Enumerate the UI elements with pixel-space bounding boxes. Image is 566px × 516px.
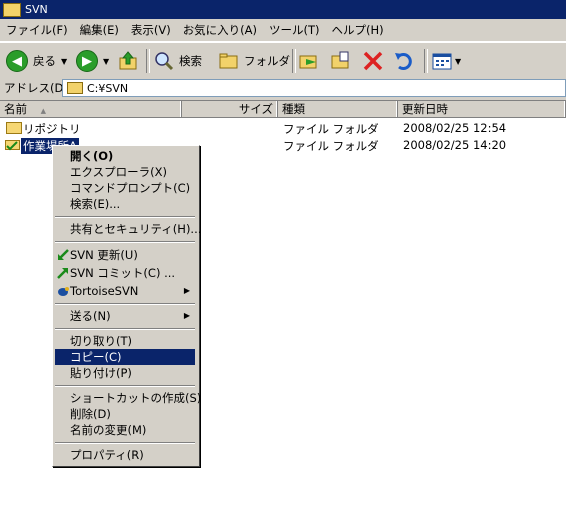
address-label: アドレス(D)	[4, 81, 68, 95]
menu-separator	[55, 241, 195, 243]
submenu-arrow-icon: ▶	[183, 286, 190, 295]
menu-help[interactable]: ヘルプ(H)	[326, 22, 390, 38]
views-icon	[432, 53, 452, 70]
menu-svn-update-label: SVN 更新(U)	[70, 248, 138, 262]
window-title: SVN	[25, 3, 48, 16]
toolbar-separator	[424, 49, 428, 73]
move-to-icon	[299, 55, 317, 69]
sort-arrow-icon: ▲	[40, 107, 47, 115]
move-to-button[interactable]	[298, 49, 320, 73]
column-size[interactable]: サイズ	[182, 101, 278, 117]
menu-send-to[interactable]: 送る(N) ▶	[55, 308, 195, 324]
column-modified[interactable]: 更新日時	[398, 101, 566, 117]
menu-properties[interactable]: プロパティ(R)	[55, 447, 195, 463]
menu-command-prompt[interactable]: コマンドプロンプト(C)	[55, 180, 195, 196]
chevron-down-icon[interactable]: ▼	[455, 57, 461, 66]
menu-delete[interactable]: 削除(D)	[55, 406, 195, 422]
svn-folder-icon	[5, 140, 20, 151]
undo-icon	[395, 53, 412, 70]
address-bar: アドレス(D) C:¥SVN	[0, 78, 566, 98]
menu-separator	[55, 442, 195, 444]
delete-icon	[363, 51, 383, 71]
title-bar: SVN	[0, 0, 566, 19]
address-value: C:¥SVN	[87, 81, 129, 95]
menu-bar: ファイル(F) 編集(E) 表示(V) お気に入り(A) ツール(T) ヘルプ(…	[0, 19, 566, 42]
svn-commit-icon	[57, 268, 68, 279]
search-icon	[155, 52, 174, 71]
folders-icon	[219, 53, 238, 69]
file-type: ファイル フォルダ	[283, 122, 379, 136]
copy-to-icon	[331, 51, 349, 69]
column-type[interactable]: 種類	[278, 101, 398, 117]
menu-separator	[55, 303, 195, 305]
svn-update-icon	[58, 249, 69, 260]
toolbar-separator	[146, 49, 150, 73]
context-menu: 開く(O) エクスプローラ(X) コマンドプロンプト(C) 検索(E)... 共…	[52, 145, 201, 467]
column-name[interactable]: 名前 ▲	[0, 101, 182, 117]
menu-share-security[interactable]: 共有とセキュリティ(H)...	[55, 221, 201, 237]
forward-arrow-icon: ▶	[76, 50, 98, 72]
column-name-label: 名前	[4, 102, 27, 116]
menu-svn-update[interactable]: SVN 更新(U)	[55, 247, 195, 263]
column-modified-label: 更新日時	[402, 102, 448, 116]
forward-button[interactable]: ▶ ▼	[76, 49, 109, 73]
folder-up-icon	[119, 51, 137, 70]
tortoise-icon	[58, 287, 69, 296]
folder-icon	[67, 82, 83, 94]
menu-tortoisesvn-label: TortoiseSVN	[70, 284, 139, 298]
chevron-down-icon[interactable]: ▼	[61, 57, 67, 66]
file-modified: 2008/02/25 14:20	[403, 138, 507, 152]
back-label: 戻る	[33, 54, 56, 68]
menu-separator	[55, 385, 195, 387]
menu-tools[interactable]: ツール(T)	[263, 22, 326, 38]
column-type-label: 種類	[282, 102, 305, 116]
search-button[interactable]: 検索	[153, 49, 202, 73]
undo-button[interactable]	[393, 49, 415, 73]
menu-search[interactable]: 検索(E)...	[55, 196, 195, 212]
menu-tortoisesvn[interactable]: TortoiseSVN ▶	[55, 283, 195, 299]
file-type: ファイル フォルダ	[283, 139, 379, 153]
menu-paste[interactable]: 貼り付け(P)	[55, 365, 195, 381]
menu-svn-commit-label: SVN コミット(C) ...	[70, 266, 176, 280]
folders-button[interactable]: フォルダ	[218, 49, 290, 73]
menu-create-shortcut[interactable]: ショートカットの作成(S)	[55, 390, 201, 406]
delete-button[interactable]	[362, 49, 384, 73]
menu-send-to-label: 送る(N)	[70, 309, 111, 323]
folder-icon	[6, 122, 22, 134]
menu-explorer[interactable]: エクスプローラ(X)	[55, 164, 195, 180]
toolbar: ◀ 戻る ▼ ▶ ▼ 検索 フォルダ ▼	[0, 42, 566, 79]
menu-cut[interactable]: 切り取り(T)	[55, 333, 195, 349]
file-name: リポジトリ	[23, 122, 81, 136]
address-field[interactable]: C:¥SVN	[62, 79, 566, 97]
menu-file[interactable]: ファイル(F)	[0, 22, 74, 38]
menu-separator	[55, 328, 195, 330]
back-arrow-icon: ◀	[6, 50, 28, 72]
menu-rename[interactable]: 名前の変更(M)	[55, 422, 195, 438]
column-header: 名前 ▲ サイズ 種類 更新日時	[0, 101, 566, 118]
toolbar-separator	[292, 49, 296, 73]
back-button[interactable]: ◀ 戻る ▼	[6, 49, 67, 73]
menu-view[interactable]: 表示(V)	[125, 22, 177, 38]
search-label: 検索	[179, 54, 202, 68]
menu-svn-commit[interactable]: SVN コミット(C) ...	[55, 265, 195, 281]
menu-open[interactable]: 開く(O)	[55, 148, 195, 164]
menu-favorites[interactable]: お気に入り(A)	[177, 22, 263, 38]
menu-copy[interactable]: コピー(C)	[55, 349, 195, 365]
submenu-arrow-icon: ▶	[183, 311, 190, 320]
file-modified: 2008/02/25 12:54	[403, 121, 507, 135]
menu-separator	[55, 216, 195, 218]
views-button[interactable]: ▼	[431, 49, 461, 73]
column-size-label: サイズ	[238, 102, 273, 116]
folders-label: フォルダ	[244, 54, 290, 68]
up-button[interactable]	[118, 49, 140, 73]
menu-edit[interactable]: 編集(E)	[74, 22, 125, 38]
list-item[interactable]: リポジトリ ファイル フォルダ 2008/02/25 12:54	[0, 120, 566, 136]
folder-icon	[3, 2, 21, 17]
copy-to-button[interactable]	[330, 49, 352, 73]
chevron-down-icon[interactable]: ▼	[103, 57, 109, 66]
